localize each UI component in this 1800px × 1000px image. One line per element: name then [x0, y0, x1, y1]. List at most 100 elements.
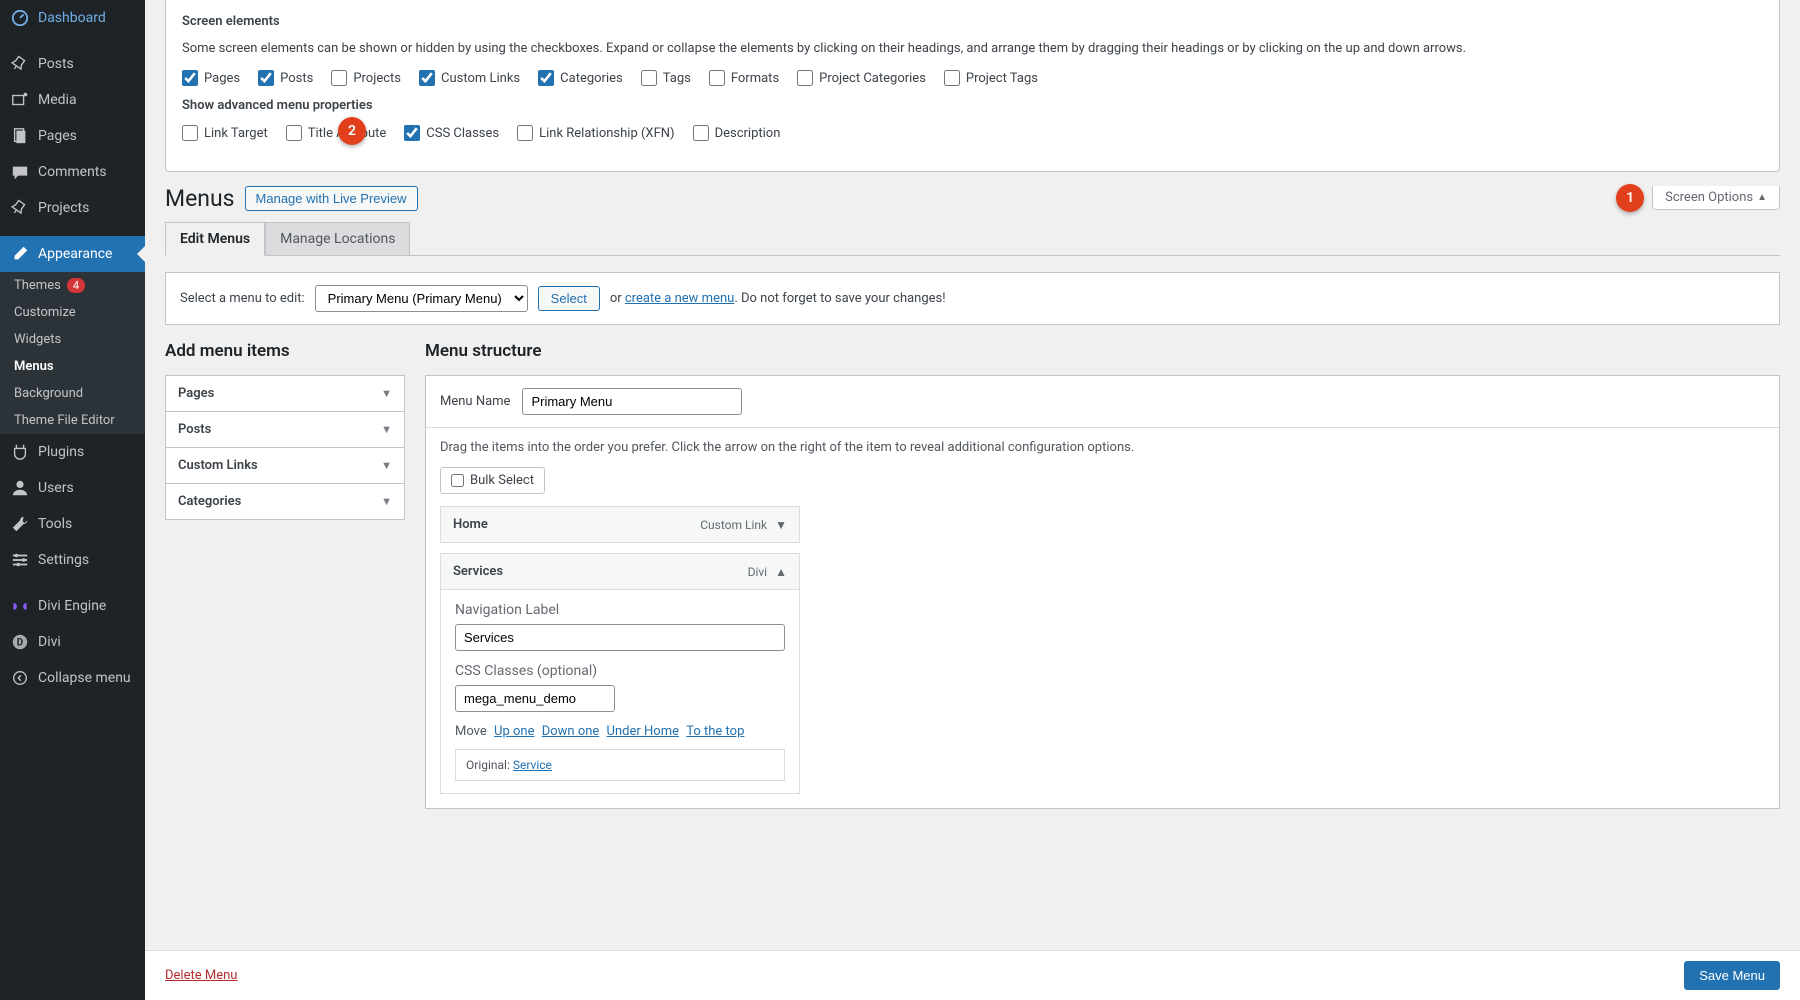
sub-themes[interactable]: Themes4	[0, 272, 145, 299]
wrench-icon	[10, 514, 30, 534]
menu-item-services[interactable]: Services Divi▲ Navigation Label CSS Clas…	[440, 553, 800, 794]
chevron-up-icon: ▲	[1757, 192, 1767, 203]
select-button[interactable]: Select	[538, 286, 600, 311]
css-classes-input[interactable]	[455, 685, 615, 712]
menu-item-home[interactable]: Home Custom Link▼	[440, 506, 800, 543]
sub-menus[interactable]: Menus	[0, 353, 145, 380]
chevron-down-icon: ▼	[381, 495, 392, 508]
label: Pages	[38, 128, 77, 144]
sub-customize[interactable]: Customize	[0, 299, 145, 326]
label: Users	[38, 480, 74, 496]
bulk-select-toggle[interactable]: Bulk Select	[440, 467, 545, 494]
svg-text:D: D	[17, 638, 23, 649]
pin-icon	[10, 54, 30, 74]
media-icon	[10, 90, 30, 110]
bulk-select-checkbox[interactable]	[451, 474, 464, 487]
original-box: Original: Service	[455, 749, 785, 781]
sidebar-item-tools[interactable]: Tools	[0, 506, 145, 542]
checkbox-pages[interactable]: Pages	[182, 70, 240, 86]
move-up-link[interactable]: Up one	[494, 724, 534, 739]
callout-1: 1	[1616, 184, 1644, 212]
footer-bar: Delete Menu Save Menu	[145, 950, 1800, 1000]
sidebar-item-divi-engine[interactable]: ◗◖ Divi Engine	[0, 588, 145, 624]
checkbox-formats[interactable]: Formats	[709, 70, 779, 86]
sidebar-item-plugins[interactable]: Plugins	[0, 434, 145, 470]
create-menu-link[interactable]: create a new menu	[625, 291, 734, 306]
chevron-up-icon: ▲	[775, 565, 787, 579]
sidebar-item-appearance[interactable]: Appearance	[0, 236, 145, 272]
accordion-categories[interactable]: Categories▼	[166, 484, 404, 519]
plugin-icon	[10, 442, 30, 462]
delete-menu-link[interactable]: Delete Menu	[165, 968, 237, 983]
page-icon	[10, 126, 30, 146]
checkbox-description[interactable]: Description	[693, 125, 781, 141]
checkbox-link-relationship-(xfn)[interactable]: Link Relationship (XFN)	[517, 125, 674, 141]
checkbox-project-categories[interactable]: Project Categories	[797, 70, 926, 86]
pin-icon	[10, 198, 30, 218]
menu-name-input[interactable]	[522, 388, 742, 415]
checkbox-tags[interactable]: Tags	[641, 70, 691, 86]
sidebar-item-posts[interactable]: Posts	[0, 46, 145, 82]
label: Tools	[38, 516, 72, 532]
checkbox-posts[interactable]: Posts	[258, 70, 313, 86]
tab-manage-locations[interactable]: Manage Locations	[265, 222, 410, 255]
settings-icon	[10, 550, 30, 570]
sidebar-item-collapse[interactable]: Collapse menu	[0, 660, 145, 696]
checkbox-css-classes[interactable]: CSS Classes	[404, 125, 499, 141]
original-link[interactable]: Service	[513, 758, 552, 772]
sub-background[interactable]: Background	[0, 380, 145, 407]
sidebar-item-media[interactable]: Media	[0, 82, 145, 118]
sidebar-item-comments[interactable]: Comments	[0, 154, 145, 190]
divi-icon: D	[10, 632, 30, 652]
screen-elements-heading: Screen elements	[182, 14, 1763, 29]
checkbox-projects[interactable]: Projects	[331, 70, 401, 86]
checkbox-link-target[interactable]: Link Target	[182, 125, 268, 141]
screen-elements-help: Some screen elements can be shown or hid…	[182, 41, 1763, 56]
label: Plugins	[38, 444, 84, 460]
label: Divi	[38, 634, 61, 650]
select-prompt: Select a menu to edit:	[180, 291, 305, 306]
sidebar-item-pages[interactable]: Pages	[0, 118, 145, 154]
checkbox-title-attribute[interactable]: Title Attribute	[286, 125, 387, 141]
sidebar-item-dashboard[interactable]: Dashboard	[0, 0, 145, 36]
checkbox-project-tags[interactable]: Project Tags	[944, 70, 1038, 86]
nav-label-input[interactable]	[455, 624, 785, 651]
move-down-link[interactable]: Down one	[542, 724, 600, 739]
move-top-link[interactable]: To the top	[686, 724, 744, 739]
advanced-props-heading: Show advanced menu properties	[182, 98, 1763, 113]
move-under-link[interactable]: Under Home	[607, 724, 679, 739]
menu-item-expanded: Navigation Label CSS Classes (optional) …	[441, 589, 799, 793]
sidebar-item-settings[interactable]: Settings	[0, 542, 145, 578]
dashboard-icon	[10, 8, 30, 28]
label: Divi Engine	[38, 598, 106, 614]
label: Dashboard	[38, 10, 106, 26]
label: Comments	[38, 164, 107, 180]
chevron-down-icon: ▼	[775, 518, 787, 532]
checkbox-categories[interactable]: Categories	[538, 70, 623, 86]
tab-edit-menus[interactable]: Edit Menus	[165, 222, 265, 256]
live-preview-button[interactable]: Manage with Live Preview	[245, 186, 418, 211]
screen-options-toggle[interactable]: Screen Options▲	[1652, 186, 1780, 210]
menu-structure-title: Menu structure	[425, 341, 1780, 361]
accordion-posts[interactable]: Posts▼	[166, 412, 404, 448]
admin-sidebar: Dashboard Posts Media Pages Comments Pro…	[0, 0, 145, 1000]
divi-engine-icon: ◗◖	[10, 596, 30, 616]
sub-widgets[interactable]: Widgets	[0, 326, 145, 353]
chevron-down-icon: ▼	[381, 423, 392, 436]
sub-theme-file-editor[interactable]: Theme File Editor	[0, 407, 145, 434]
menu-name-label: Menu Name	[440, 394, 510, 409]
brush-icon	[10, 244, 30, 264]
move-row: Move Up one Down one Under Home To the t…	[455, 724, 785, 739]
callout-2: 2	[338, 117, 366, 145]
sidebar-item-users[interactable]: Users	[0, 470, 145, 506]
save-menu-button[interactable]: Save Menu	[1684, 961, 1780, 990]
menu-select[interactable]: Primary Menu (Primary Menu)	[315, 285, 528, 312]
chevron-down-icon: ▼	[381, 387, 392, 400]
accordion-custom-links[interactable]: Custom Links▼	[166, 448, 404, 484]
checkbox-custom-links[interactable]: Custom Links	[419, 70, 520, 86]
accordion-pages[interactable]: Pages▼	[166, 376, 404, 412]
sidebar-item-divi[interactable]: D Divi	[0, 624, 145, 660]
sidebar-item-projects[interactable]: Projects	[0, 190, 145, 226]
appearance-submenu: Themes4 Customize Widgets Menus Backgrou…	[0, 272, 145, 434]
update-badge: 4	[67, 278, 85, 293]
